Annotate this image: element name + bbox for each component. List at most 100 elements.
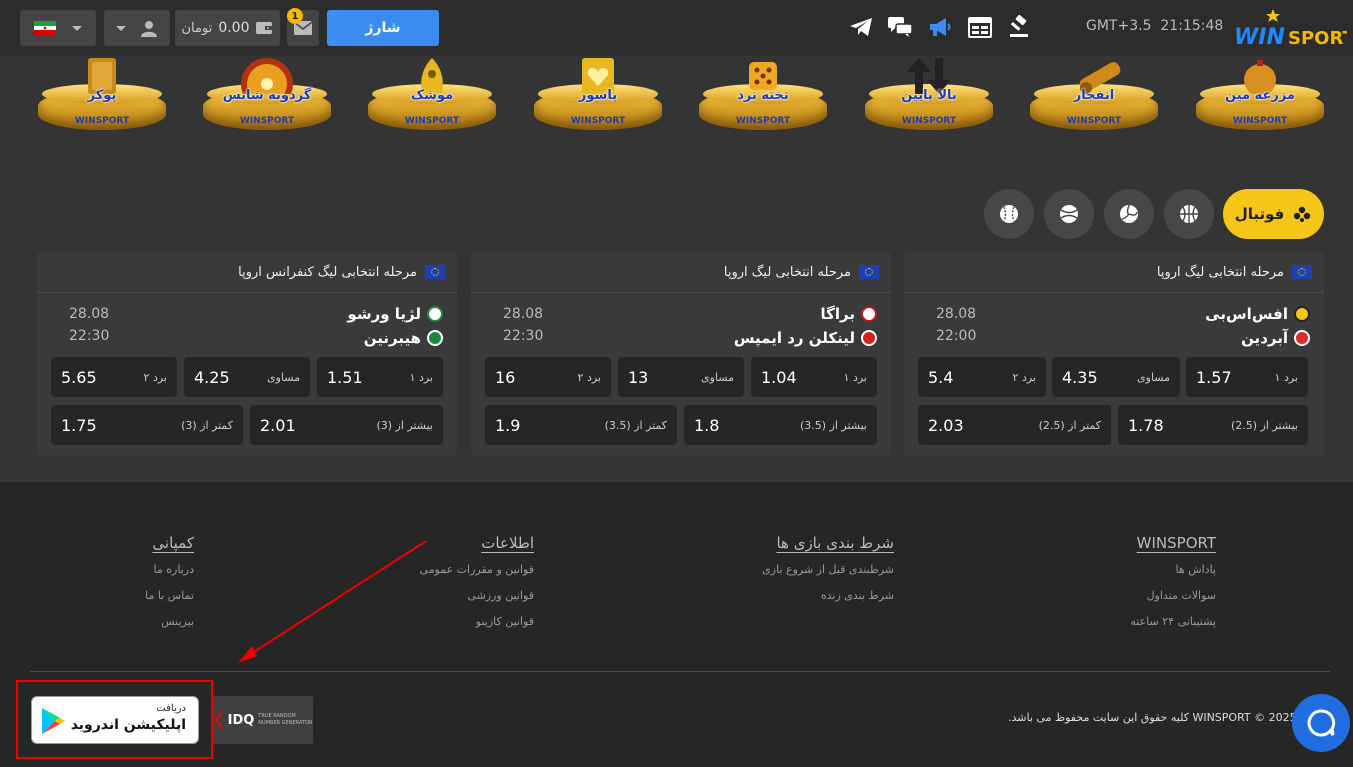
game-minefield[interactable]: مزرعه مین WINSPORT [1196,58,1324,134]
team-crest-icon [427,306,443,322]
live-chat-button[interactable] [1292,694,1350,752]
notification-badge: 1 [287,8,303,24]
volleyball-icon [1120,204,1138,223]
sport-tab-basketball[interactable] [1164,189,1214,239]
footer-column-company: کمپانی درباره ما تماس با ما بیزینس [145,534,194,630]
user-menu[interactable] [104,10,170,46]
odds-button[interactable]: 5.4 برد ۲ [918,357,1046,397]
match-date: 28.08 [69,306,110,322]
timezone-label: GMT+3.5 [1086,18,1152,34]
team-crest-icon [1294,330,1310,346]
footer-heading[interactable]: WINSPORT [1130,534,1216,552]
footer-heading[interactable]: کمپانی [145,534,194,552]
league-name: مرحله انتخابی لیگ اروپا [1156,264,1284,280]
footer-link[interactable]: بیزینس [145,614,194,630]
match-date: 28.08 [503,306,544,322]
top-bar: تومان 0.00 1 شارژ GMT+3.5 21:15:48 WIN S… [0,0,1353,56]
game-name: تخته نرد [737,88,789,103]
game-pasur[interactable]: پاسور WINSPORT [534,58,662,134]
svg-text:WIN: WIN [1234,25,1285,50]
footer-link[interactable]: شرطبندی قبل از شروع بازی [762,562,894,578]
game-logo: WINSPORT [74,116,130,126]
league-name: مرحله انتخابی لیگ کنفرانس اروپا [238,264,417,280]
footer-heading[interactable]: اطلاعات [420,534,534,552]
game-up-down[interactable]: بالا پایین WINSPORT [865,58,993,134]
wallet-icon [256,22,273,34]
chat-bubbles-icon[interactable] [887,14,913,40]
odds-button[interactable]: 4.35 مساوی [1052,357,1180,397]
footer-link[interactable]: پشتیبانی ۲۴ ساعته [1130,614,1216,630]
away-team[interactable]: آبردین [1241,327,1310,349]
game-wheel-of-fortune[interactable]: گردونه شانس WINSPORT [203,58,331,134]
idq-brand: IDQ [227,712,255,728]
charge-button[interactable]: شارژ [327,10,439,46]
chat-icon [1307,709,1336,737]
wallet-balance[interactable]: تومان 0.00 [175,10,280,46]
footer-column-winsport: WINSPORT پاداش ها سوالات متداول پشتیبانی… [1130,534,1216,630]
sport-tab-football[interactable]: فوتبال [1223,189,1324,239]
odds-button[interactable]: 5.65 برد ۲ [51,357,177,397]
odds-button[interactable]: 1.04 برد ۱ [751,357,877,397]
home-team[interactable]: لژیا ورشو [347,303,443,325]
game-logo: WINSPORT [735,116,791,126]
currency-label: تومان [181,20,213,36]
time-label: 21:15:48 [1160,18,1224,34]
odds-button[interactable]: 1.57 برد ۱ [1186,357,1308,397]
team-name: براگا [820,305,855,323]
footer-link[interactable]: شرط بندی زنده [762,588,894,604]
sport-tab-volleyball[interactable] [1104,189,1154,239]
odds-button[interactable]: 1.9 کمتر از (3.5) [485,405,677,445]
idq-subtitle: TRUE RANDOM [258,713,296,719]
footer-link[interactable]: تماس با ما [145,588,194,604]
footer-link[interactable]: قوانین کازینو [420,614,534,630]
idq-rng-badge[interactable]: IDQ TRUE RANDOM NUMBER GENERATOR [213,696,313,744]
odds-button[interactable]: 2.03 کمتر از (2.5) [918,405,1111,445]
language-selector[interactable] [20,10,96,46]
match-time: 22:30 [503,328,544,344]
game-backgammon[interactable]: تخته نرد WINSPORT [699,58,827,134]
odds-button[interactable]: 16 برد ۲ [485,357,611,397]
footer-link[interactable]: قوانین ورزشی [420,588,534,604]
team-crest-icon [861,306,877,322]
away-team[interactable]: لینکلن رد ایمپس [734,327,877,349]
auction-hammer-icon[interactable] [1007,14,1033,40]
football-icon [1294,206,1311,222]
footer-link[interactable]: پاداش ها [1130,562,1216,578]
home-team[interactable]: براگا [821,303,877,325]
idq-logo-icon [214,710,224,730]
schedule-icon[interactable] [967,14,993,40]
team-name: لژیا ورشو [347,305,421,323]
game-poker[interactable]: پوکر WINSPORT [38,58,166,134]
odds-button[interactable]: 2.01 بیشتر از (3) [250,405,443,445]
league-header: مرحله انتخابی لیگ اروپا [724,262,879,282]
odds-button[interactable]: 1.51 برد ۱ [317,357,443,397]
odds-button[interactable]: 1.8 بیشتر از (3.5) [684,405,877,445]
sport-tab-baseball[interactable] [984,189,1034,239]
footer-link[interactable]: درباره ما [145,562,194,578]
game-name: پوکر [87,88,117,103]
balance-value: 0.00 [218,20,250,36]
megaphone-icon[interactable] [927,14,953,40]
winsport-logo[interactable]: WIN SPORT [1232,8,1353,50]
footer-heading[interactable]: شرط بندی بازی ها [762,534,894,552]
odds-button[interactable]: 13 مساوی [618,357,744,397]
game-logo: WINSPORT [901,116,957,126]
game-name: موشک [410,88,454,103]
sport-tab-tennis[interactable] [1044,189,1094,239]
game-crash[interactable]: انفجار WINSPORT [1030,58,1158,134]
game-name: پاسور [578,88,618,103]
game-rocket[interactable]: موشک WINSPORT [368,58,496,134]
odds-button[interactable]: 1.75 کمتر از (3) [51,405,243,445]
team-crest-icon [1294,306,1310,322]
odds-button[interactable]: 4.25 مساوی [184,357,310,397]
team-crest-icon [861,330,877,346]
footer-link[interactable]: سوالات متداول [1130,588,1216,604]
league-name: مرحله انتخابی لیگ اروپا [723,264,851,280]
android-app-download-button[interactable]: دریافت اپلیکیشن اندروید [31,696,199,744]
footer-link[interactable]: قوانین و مقررات عمومی [420,562,534,578]
telegram-icon[interactable] [848,14,874,40]
home-team[interactable]: افس‌اس‌بی [1205,303,1310,325]
odds-button[interactable]: 1.78 بیشتر از (2.5) [1118,405,1308,445]
away-team[interactable]: هیبرنین [364,327,443,349]
eu-flag-icon [1292,265,1312,279]
